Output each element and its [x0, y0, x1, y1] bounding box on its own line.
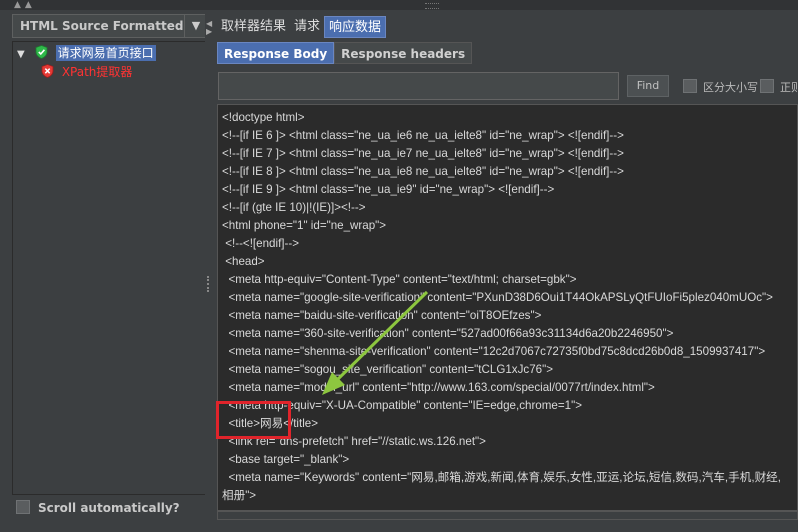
- tab-request[interactable]: 请求: [290, 16, 324, 38]
- tree-item-request[interactable]: ▼ 请求网易首页接口: [17, 44, 156, 62]
- success-shield-icon: [35, 45, 48, 59]
- title-highlight-annotation: [216, 401, 291, 439]
- checkbox-box[interactable]: [760, 79, 774, 93]
- error-shield-icon: [41, 64, 54, 78]
- checkbox-box[interactable]: [16, 500, 30, 514]
- search-input[interactable]: [218, 72, 619, 100]
- code-line: <meta name="model_url" content="http://w…: [222, 381, 655, 394]
- result-detail-panel: 取样器结果 请求 响应数据 Response Body Response header…: [213, 14, 798, 520]
- code-line: <!--[if (gte IE 10)|!(IE)]><!-->: [222, 201, 366, 214]
- code-line: <!doctype html>: [222, 111, 305, 124]
- case-sensitive-label: 区分大小写: [703, 81, 758, 94]
- top-divider-strip: ▲▲: [0, 0, 798, 10]
- tree-item-xpath-extractor[interactable]: XPath提取器: [39, 63, 132, 81]
- search-bar: Find 区分大小写 正则: [217, 70, 798, 100]
- code-line: <!--[if IE 7 ]> <html class="ne_ua_ie7 n…: [222, 147, 624, 160]
- code-line: <base target="_blank">: [222, 453, 350, 466]
- tab-response-data[interactable]: 响应数据: [324, 16, 387, 38]
- code-line: <!--[if IE 6 ]> <html class="ne_ua_ie6 n…: [222, 129, 624, 142]
- code-line: <head>: [222, 255, 265, 268]
- regex-label: 正则: [780, 81, 798, 94]
- tab-sampler-result[interactable]: 取样器结果: [217, 16, 290, 38]
- code-line: <meta name="sogou_site_verification" con…: [222, 363, 553, 376]
- collapse-arrows-icon[interactable]: ▲▲: [14, 0, 36, 10]
- divider-grip-icon[interactable]: [425, 3, 439, 9]
- code-line: <meta name="shenma-site-verification" co…: [222, 345, 766, 358]
- code-line: <!--[if IE 9 ]> <html class="ne_ua_ie9" …: [222, 183, 555, 196]
- find-button[interactable]: Find: [627, 75, 669, 97]
- results-tree-panel: HTML Source Formatted ▼ ▼ 请求网易首页接口 XPath…: [8, 14, 208, 520]
- code-line: 相册">: [222, 489, 257, 502]
- scroll-automatically-checkbox[interactable]: Scroll automatically?: [16, 500, 180, 515]
- response-body-text[interactable]: <!doctype html> <!--[if IE 6 ]> <html cl…: [217, 104, 798, 511]
- scroll-automatically-label: Scroll automatically?: [38, 501, 180, 515]
- renderer-select[interactable]: HTML Source Formatted ▼: [12, 14, 208, 38]
- tree-item-label: 请求网易首页接口: [55, 45, 156, 61]
- code-line: <meta http-equiv="Content-Type" content=…: [222, 273, 577, 286]
- collapse-arrows-icon[interactable]: ◀ ▶: [206, 20, 212, 36]
- expand-toggle-icon[interactable]: ▼: [17, 46, 29, 64]
- case-sensitive-checkbox[interactable]: 区分大小写: [683, 79, 758, 95]
- tree-item-label: XPath提取器: [61, 65, 133, 79]
- code-line: <meta name="Keywords" content="网易,邮箱,游戏,…: [222, 471, 781, 484]
- results-tree: ▼ 请求网易首页接口 XPath提取器: [12, 41, 208, 495]
- code-line: <!--<![endif]-->: [222, 237, 300, 250]
- regex-checkbox[interactable]: 正则: [760, 79, 798, 95]
- result-tabs: 取样器结果 请求 响应数据: [217, 16, 387, 38]
- splitter-grip-icon[interactable]: [207, 276, 211, 292]
- panel-splitter[interactable]: ◀ ▶: [205, 14, 213, 520]
- code-line: <meta name="google-site-verification" co…: [222, 291, 773, 304]
- tab-response-body[interactable]: Response Body: [217, 42, 335, 64]
- tab-response-headers[interactable]: Response headers: [334, 42, 473, 64]
- checkbox-box[interactable]: [683, 79, 697, 93]
- horizontal-scrollbar[interactable]: [217, 511, 798, 520]
- code-line: <html phone="1" id="ne_wrap">: [222, 219, 387, 232]
- code-line: <meta name="360-site-verification" conte…: [222, 327, 674, 340]
- renderer-select-value: HTML Source Formatted: [20, 19, 184, 33]
- response-sub-tabs: Response Body Response headers: [217, 42, 473, 64]
- code-line: <meta name="baidu-site-verification" con…: [222, 309, 542, 322]
- chevron-down-icon[interactable]: ▼: [184, 15, 207, 37]
- code-line: <!--[if IE 8 ]> <html class="ne_ua_ie8 n…: [222, 165, 624, 178]
